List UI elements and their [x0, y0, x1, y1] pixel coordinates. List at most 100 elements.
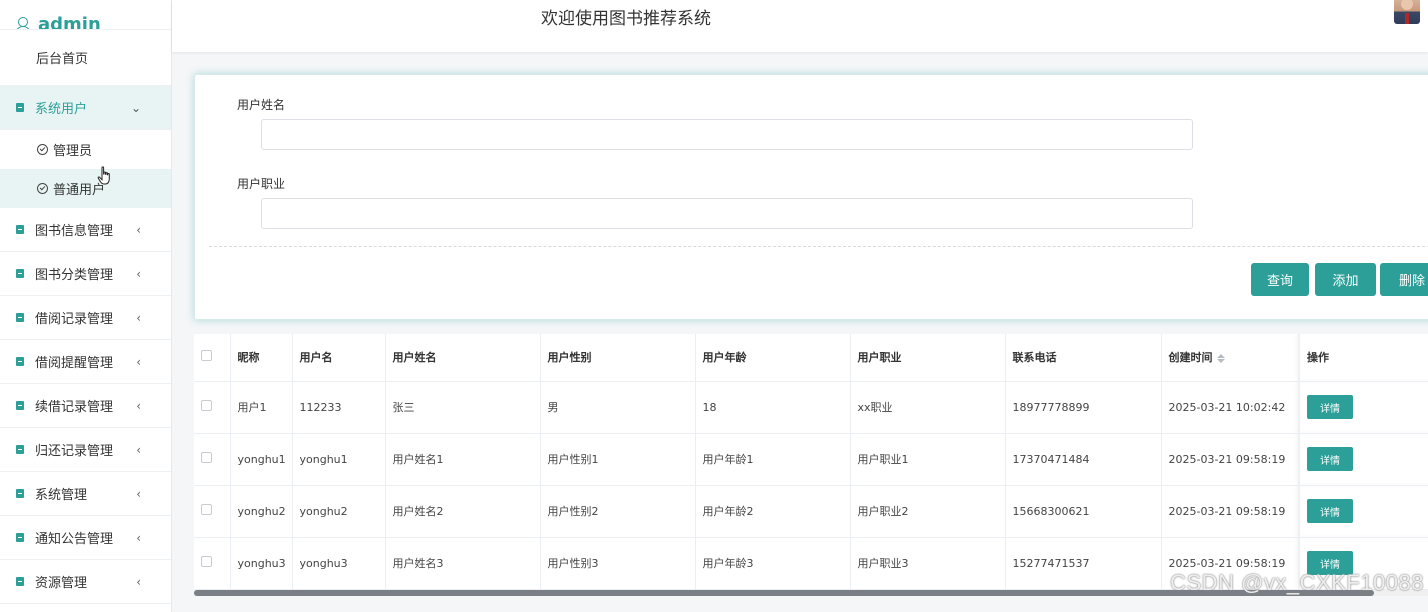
row-checkbox[interactable]: [201, 504, 212, 515]
table-cell: 2025-03-21 09:58:19: [1161, 485, 1300, 538]
column-header: 联系电话: [1005, 334, 1162, 382]
table-cell: 2025-03-21 09:58:19: [1161, 433, 1300, 486]
sidebar-item-label: 续借记录管理: [35, 400, 114, 415]
column-header: 用户名: [292, 334, 386, 382]
check-circle-icon: [37, 144, 48, 155]
user-name-input[interactable]: [261, 119, 1193, 150]
table-cell: yonghu1: [292, 433, 386, 486]
hand-pointer-icon: [97, 166, 110, 185]
table-cell: yonghu3: [292, 537, 386, 590]
sidebar-item-resources[interactable]: 资源管理 ‹: [0, 560, 171, 604]
sidebar-item-label: 系统用户: [35, 102, 88, 117]
document-icon: [16, 103, 24, 112]
column-header-created-time[interactable]: 创建时间: [1161, 334, 1300, 382]
sidebar-item-return-records[interactable]: 归还记录管理 ‹: [0, 428, 171, 472]
sidebar-item-label: 归还记录管理: [35, 444, 114, 459]
actions-cell: 详情: [1298, 381, 1428, 434]
table-cell: 用户性别1: [540, 433, 696, 486]
table-cell: 用户职业2: [850, 485, 1006, 538]
row-checkbox[interactable]: [201, 556, 212, 567]
chevron-left-icon: ‹: [136, 354, 141, 369]
table-cell: 17370471484: [1005, 433, 1162, 486]
avatar[interactable]: [1394, 0, 1420, 24]
delete-button[interactable]: 删除: [1380, 263, 1428, 296]
sidebar-subitem-normal-user[interactable]: 普通用户: [0, 169, 171, 208]
table-cell: 用户年龄3: [695, 537, 851, 590]
brand: admin: [0, 0, 171, 30]
chevron-left-icon: ‹: [136, 266, 141, 281]
column-header: 用户性别: [540, 334, 696, 382]
table-cell: 用户年龄1: [695, 433, 851, 486]
sidebar-item-renew-records[interactable]: 续借记录管理 ‹: [0, 384, 171, 428]
row-select-cell: [194, 485, 231, 538]
sidebar-item-book-info[interactable]: 图书信息管理 ‹: [0, 208, 171, 252]
table-cell: 用户职业1: [850, 433, 1006, 486]
sidebar-item-label: 图书分类管理: [35, 268, 114, 283]
select-all-cell: [194, 334, 231, 382]
sidebar-item-book-category[interactable]: 图书分类管理 ‹: [0, 252, 171, 296]
detail-button[interactable]: 详情: [1307, 447, 1353, 471]
row-select-cell: [194, 537, 231, 590]
document-icon: [16, 445, 24, 454]
user-icon: [14, 16, 31, 29]
sort-icon[interactable]: [1216, 353, 1225, 363]
detail-button[interactable]: 详情: [1307, 499, 1353, 523]
sidebar-item-label: 资源管理: [35, 576, 88, 591]
detail-button[interactable]: 详情: [1307, 395, 1353, 419]
chevron-down-icon: ⌄: [130, 100, 141, 115]
user-name-label: 用户姓名: [237, 98, 286, 112]
table-cell: 18: [695, 381, 851, 434]
user-job-label: 用户职业: [237, 177, 286, 191]
chevron-left-icon: ‹: [136, 574, 141, 589]
table-cell: 18977778899: [1005, 381, 1162, 434]
actions-cell: 详情: [1298, 433, 1428, 486]
column-header: 昵称: [230, 334, 293, 382]
document-icon: [16, 489, 24, 498]
sidebar-item-notices[interactable]: 通知公告管理 ‹: [0, 516, 171, 560]
document-icon: [16, 269, 24, 278]
table-cell: 112233: [292, 381, 386, 434]
sidebar-item-home[interactable]: 后台首页: [0, 30, 171, 86]
page-title: 欢迎使用图书推荐系统: [541, 9, 711, 29]
watermark: CSDN @vx_CXKF10088: [1170, 570, 1424, 595]
table-cell: 用户职业3: [850, 537, 1006, 590]
sidebar-item-borrow-records[interactable]: 借阅记录管理 ‹: [0, 296, 171, 340]
table-cell: 用户性别2: [540, 485, 696, 538]
sidebar-item-label: 图书信息管理: [35, 224, 114, 239]
user-job-input[interactable]: [261, 198, 1193, 229]
table-cell: 男: [540, 381, 696, 434]
chevron-left-icon: ‹: [136, 398, 141, 413]
table-cell: yonghu1: [230, 433, 293, 486]
user-table: 昵称 用户名 用户姓名 用户性别 用户年龄 用户职业 联系电话 创建时间 操作 …: [194, 334, 1428, 590]
table-cell: 2025-03-21 10:02:42: [1161, 381, 1300, 434]
brand-label: admin: [38, 14, 101, 30]
table-cell: yonghu2: [230, 485, 293, 538]
top-header: 欢迎使用图书推荐系统: [172, 0, 1428, 52]
table-cell: 用户性别3: [540, 537, 696, 590]
table-header-row: 昵称 用户名 用户姓名 用户性别 用户年龄 用户职业 联系电话 创建时间 操作: [194, 334, 1428, 382]
column-header-label: 创建时间: [1168, 351, 1213, 365]
sidebar-item-system-users[interactable]: 系统用户 ⌄: [0, 86, 171, 130]
table-cell: 用户姓名1: [385, 433, 541, 486]
sidebar-subitem-admin[interactable]: 管理员: [0, 130, 171, 169]
row-select-cell: [194, 433, 231, 486]
divider: [209, 246, 1428, 247]
query-button[interactable]: 查询: [1251, 263, 1309, 296]
select-all-checkbox[interactable]: [201, 350, 212, 362]
column-header: 操作: [1298, 334, 1428, 382]
add-button[interactable]: 添加: [1315, 263, 1376, 296]
check-circle-icon: [37, 183, 48, 194]
chevron-left-icon: ‹: [136, 530, 141, 545]
sidebar-item-label: 通知公告管理: [35, 532, 114, 547]
table-cell: 张三: [385, 381, 541, 434]
row-checkbox[interactable]: [201, 400, 212, 411]
document-icon: [16, 313, 24, 322]
sidebar-item-system-management[interactable]: 系统管理 ‹: [0, 472, 171, 516]
table-cell: 用户姓名3: [385, 537, 541, 590]
table-cell: 15277471537: [1005, 537, 1162, 590]
table-cell: 用户1: [230, 381, 293, 434]
column-header: 用户职业: [850, 334, 1006, 382]
table-cell: 用户姓名2: [385, 485, 541, 538]
row-checkbox[interactable]: [201, 452, 212, 463]
sidebar-item-borrow-reminders[interactable]: 借阅提醒管理 ‹: [0, 340, 171, 384]
